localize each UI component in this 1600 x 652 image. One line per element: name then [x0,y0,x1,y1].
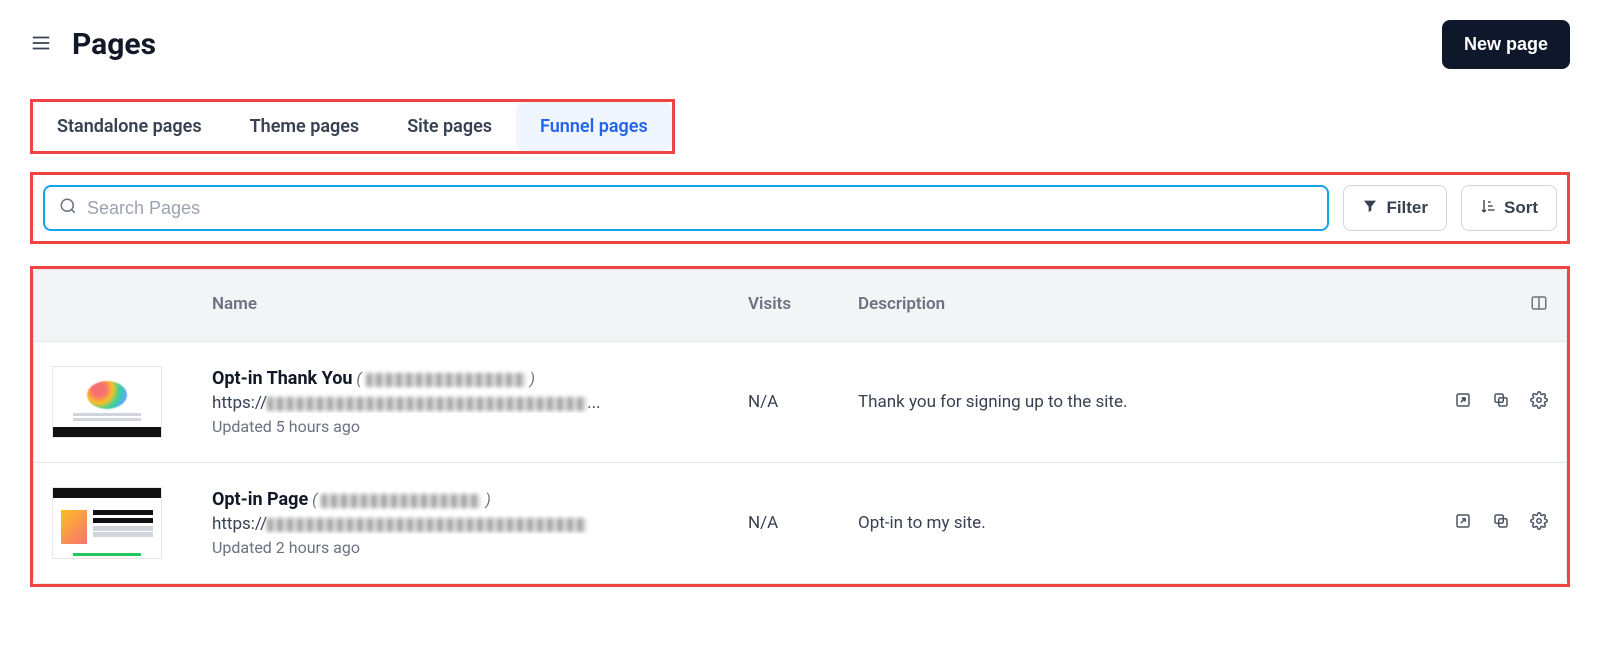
col-header-visits[interactable]: Visits [748,294,858,317]
header-left: Pages [30,27,156,62]
row-updated: Updated 5 hours ago [212,417,748,436]
row-subtitle: ( ) [356,369,535,388]
columns-icon[interactable] [1530,294,1548,317]
filter-icon [1362,198,1378,219]
redacted-url [267,397,587,411]
row-name-cell: Opt-in Page ( ) https:// Updated 2 hours… [212,489,748,557]
tabs-highlight-box: Standalone pages Theme pages Site pages … [30,99,675,154]
copy-icon[interactable] [1492,512,1510,534]
controls-highlight-box: Filter Sort [30,172,1570,244]
page-title: Pages [72,27,156,62]
new-page-button[interactable]: New page [1442,20,1570,69]
row-actions [1398,391,1548,413]
row-title: Opt-in Thank You [212,368,352,389]
tab-theme-pages[interactable]: Theme pages [226,102,384,151]
redacted-text [366,373,526,387]
row-actions [1398,512,1548,534]
open-external-icon[interactable] [1454,512,1472,534]
tabs-container: Standalone pages Theme pages Site pages … [33,102,672,151]
redacted-text [321,494,481,508]
table-row[interactable]: Opt-in Thank You ( ) https://... Updated… [34,342,1566,463]
menu-icon[interactable] [30,32,52,58]
row-title: Opt-in Page [212,489,308,510]
tab-site-pages[interactable]: Site pages [383,102,516,151]
col-header-name[interactable]: Name [212,294,748,317]
open-external-icon[interactable] [1454,391,1472,413]
pages-table: Name Visits Description Opt-in Thank You [33,269,1567,584]
gear-icon[interactable] [1530,391,1548,413]
row-description: Opt-in to my site. [858,513,1398,533]
search-input[interactable] [87,198,1313,219]
tab-standalone-pages[interactable]: Standalone pages [33,102,226,151]
row-thumbnail [52,366,212,438]
filter-label: Filter [1386,198,1428,218]
controls-row: Filter Sort [43,185,1557,231]
redacted-url [267,518,587,532]
col-header-thumb [52,294,212,317]
search-icon [59,197,77,219]
header-row: Pages New page [30,20,1570,69]
table-highlight-box: Name Visits Description Opt-in Thank You [30,266,1570,587]
sort-button[interactable]: Sort [1461,185,1557,231]
table-row[interactable]: Opt-in Page ( ) https:// Updated 2 hours… [34,463,1566,583]
row-updated: Updated 2 hours ago [212,538,748,557]
col-header-actions [1398,294,1548,317]
gear-icon[interactable] [1530,512,1548,534]
row-subtitle: ( ) [312,490,491,509]
sort-icon [1480,198,1496,219]
row-description: Thank you for signing up to the site. [858,392,1398,412]
tab-funnel-pages[interactable]: Funnel pages [516,102,672,151]
filter-button[interactable]: Filter [1343,185,1447,231]
row-visits: N/A [748,392,858,412]
col-header-description[interactable]: Description [858,294,1398,317]
search-box[interactable] [43,185,1329,231]
row-name-cell: Opt-in Thank You ( ) https://... Updated… [212,368,748,436]
row-visits: N/A [748,513,858,533]
row-thumbnail [52,487,212,559]
copy-icon[interactable] [1492,391,1510,413]
table-header: Name Visits Description [34,270,1566,342]
sort-label: Sort [1504,198,1538,218]
row-url: https:// [212,514,748,534]
row-url: https://... [212,393,748,413]
